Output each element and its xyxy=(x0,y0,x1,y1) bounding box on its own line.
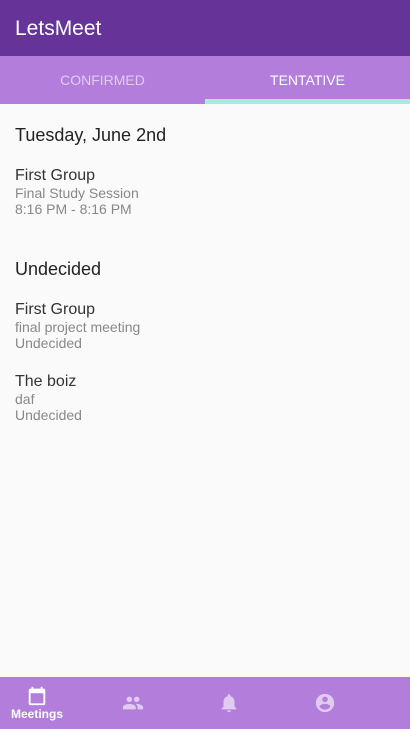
app-bar: LetsMeet xyxy=(0,0,410,56)
meeting-name: Final Study Session xyxy=(15,185,139,201)
meeting-item[interactable]: The boiz daf Undecided xyxy=(15,372,395,423)
tab-tentative[interactable]: Tentative xyxy=(205,56,410,104)
section-header: Undecided xyxy=(15,259,102,279)
meeting-item[interactable]: First Group Final Study Session 8:16 PM … xyxy=(15,166,395,217)
calendar-icon xyxy=(28,686,46,706)
meeting-group: First Group xyxy=(15,167,96,184)
section-header: Tuesday, June 2nd xyxy=(15,125,167,145)
meeting-group: The boiz xyxy=(15,373,77,390)
meeting-time: 8:16 PM - 8:16 PM xyxy=(15,201,132,217)
nav-meetings-label: Meetings xyxy=(10,707,63,721)
meeting-time: Undecided xyxy=(15,407,82,423)
people-icon xyxy=(122,696,144,710)
nav-profile[interactable] xyxy=(288,677,362,729)
nav-meetings[interactable]: Meetings xyxy=(0,677,74,729)
account-circle-icon xyxy=(315,693,335,713)
tab-confirmed[interactable]: Confirmed xyxy=(0,56,205,104)
meeting-item[interactable]: First Group final project meeting Undeci… xyxy=(15,300,395,351)
bottom-nav: Meetings xyxy=(0,677,410,729)
tab-bar: Confirmed Tentative xyxy=(0,56,410,104)
tab-indicator xyxy=(205,99,410,104)
nav-groups[interactable] xyxy=(96,677,170,729)
nav-notifications[interactable] xyxy=(192,677,266,729)
meeting-time: Undecided xyxy=(15,335,82,351)
app-title: LetsMeet xyxy=(15,17,102,40)
meeting-group: First Group xyxy=(15,301,96,318)
meeting-name: daf xyxy=(15,391,35,407)
bell-icon xyxy=(221,694,237,713)
meeting-name: final project meeting xyxy=(15,319,141,335)
meeting-list: Tuesday, June 2nd First Group Final Stud… xyxy=(0,125,410,423)
